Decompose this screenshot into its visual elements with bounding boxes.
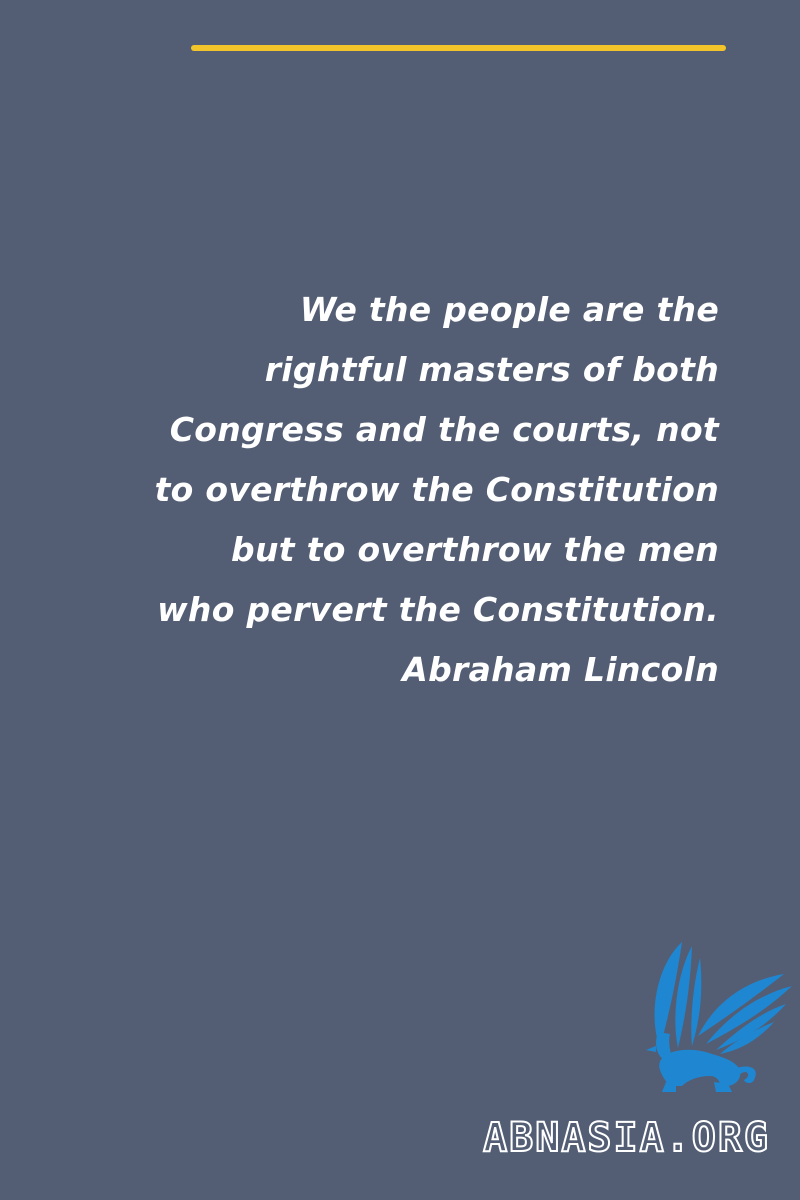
quote-line: who pervert the Constitution. xyxy=(157,590,719,629)
brand-wordmark: ABNASIA.ORG xyxy=(482,1115,770,1161)
quote-line: but to overthrow the men xyxy=(231,530,719,569)
quote-line: We the people are the xyxy=(299,290,719,329)
quote-line: Congress and the courts, not xyxy=(169,410,719,449)
accent-line xyxy=(191,45,726,51)
quote-block: We the people are the rightful masters o… xyxy=(80,280,719,700)
quote-line: to overthrow the Constitution xyxy=(154,470,719,509)
quote-author: Abraham Lincoln xyxy=(402,650,719,689)
griffin-logo-icon xyxy=(646,942,792,1092)
quote-line: rightful masters of both xyxy=(264,350,719,389)
